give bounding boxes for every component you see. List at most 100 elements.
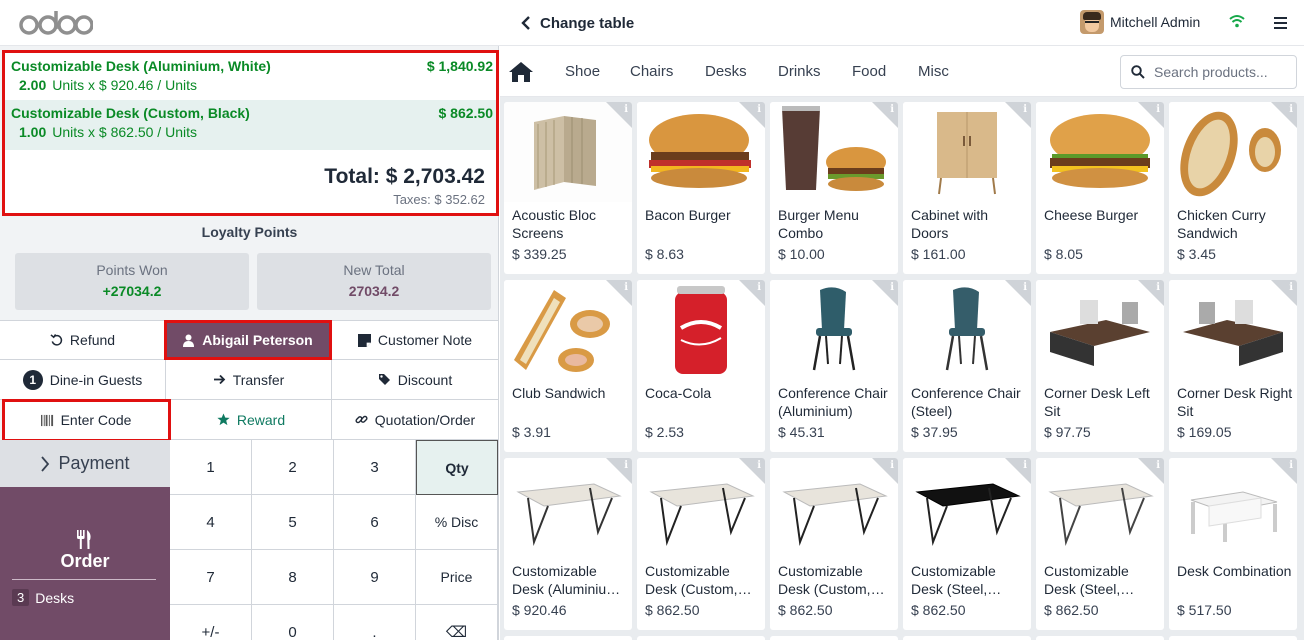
key-2[interactable]: 2	[252, 440, 334, 495]
payment-button[interactable]: Payment	[0, 440, 170, 487]
info-icon[interactable]: i	[1023, 104, 1027, 115]
key-plus-minus[interactable]: +/-	[170, 605, 252, 640]
info-icon[interactable]: i	[757, 282, 761, 293]
info-icon-corner[interactable]	[1271, 458, 1297, 484]
info-icon-corner[interactable]	[739, 280, 765, 306]
info-icon[interactable]: i	[624, 282, 628, 293]
wifi-icon[interactable]	[1229, 14, 1245, 28]
product-card[interactable]: i Bacon Burger $ 8.63	[637, 102, 765, 274]
info-icon-corner[interactable]	[739, 458, 765, 484]
info-icon[interactable]: i	[1156, 282, 1160, 293]
search-input[interactable]	[1154, 64, 1294, 80]
key-4[interactable]: 4	[170, 495, 252, 550]
product-card[interactable]: i Corner Desk Right Sit $ 169.05	[1169, 280, 1297, 452]
transfer-button[interactable]: Transfer	[166, 360, 332, 400]
key-6[interactable]: 6	[334, 495, 416, 550]
category-desks[interactable]: Desks	[705, 63, 747, 80]
info-icon-corner[interactable]	[1138, 458, 1164, 484]
info-icon-corner[interactable]	[606, 102, 632, 128]
product-card[interactable]: i Coca-Cola $ 2.53	[637, 280, 765, 452]
key-9[interactable]: 9	[334, 550, 416, 605]
user-menu[interactable]: Mitchell Admin	[1080, 10, 1200, 34]
info-icon-corner[interactable]	[1005, 102, 1031, 128]
backspace-button[interactable]: ⌫	[416, 605, 498, 640]
info-icon-corner[interactable]	[1138, 280, 1164, 306]
customer-button[interactable]: Abigail Peterson	[164, 320, 332, 360]
product-card[interactable]: i Conference Chair (Steel) $ 37.95	[903, 280, 1031, 452]
info-icon-corner[interactable]	[872, 458, 898, 484]
product-card[interactable]: i Desk Combination $ 517.50	[1169, 458, 1297, 630]
info-icon[interactable]: i	[757, 104, 761, 115]
product-card[interactable]	[1169, 636, 1297, 640]
info-icon-corner[interactable]	[1271, 102, 1297, 128]
info-icon-corner[interactable]	[872, 102, 898, 128]
key-decimal[interactable]: .	[334, 605, 416, 640]
order-line[interactable]: Customizable Desk (Aluminium, White) $ 1…	[5, 53, 496, 103]
info-icon[interactable]: i	[890, 104, 894, 115]
order-line-selected[interactable]: Customizable Desk (Custom, Black) $ 862.…	[5, 100, 496, 150]
key-8[interactable]: 8	[252, 550, 334, 605]
product-card[interactable]: i Club Sandwich $ 3.91	[504, 280, 632, 452]
category-misc[interactable]: Misc	[918, 63, 949, 80]
key-1[interactable]: 1	[170, 440, 252, 495]
info-icon-corner[interactable]	[739, 102, 765, 128]
info-icon-corner[interactable]	[1271, 280, 1297, 306]
info-icon[interactable]: i	[890, 282, 894, 293]
key-5[interactable]: 5	[252, 495, 334, 550]
discount-button[interactable]: Discount	[332, 360, 499, 400]
info-icon[interactable]: i	[1289, 104, 1293, 115]
category-shoe[interactable]: Shoe	[565, 63, 600, 80]
menu-icon[interactable]	[1274, 17, 1287, 32]
quotation-order-button[interactable]: Quotation/Order	[332, 400, 499, 440]
product-card[interactable]	[770, 636, 898, 640]
info-icon-corner[interactable]	[606, 280, 632, 306]
category-food[interactable]: Food	[852, 63, 886, 80]
info-icon[interactable]: i	[1289, 460, 1293, 471]
info-icon[interactable]: i	[624, 104, 628, 115]
info-icon[interactable]: i	[757, 460, 761, 471]
info-icon-corner[interactable]	[1138, 102, 1164, 128]
product-card[interactable]: i Customizable Desk (Aluminiu… $ 920.46	[504, 458, 632, 630]
info-icon-corner[interactable]	[1005, 280, 1031, 306]
category-drinks[interactable]: Drinks	[778, 63, 821, 80]
order-button[interactable]: Order 3 Desks	[0, 487, 170, 640]
product-card[interactable]: i Conference Chair (Aluminium) $ 45.31	[770, 280, 898, 452]
enter-code-button[interactable]: Enter Code	[2, 399, 171, 442]
product-card[interactable]: i Burger Menu Combo $ 10.00	[770, 102, 898, 274]
change-table-button[interactable]: Change table	[520, 12, 634, 34]
product-card[interactable]: i Cheese Burger $ 8.05	[1036, 102, 1164, 274]
info-icon[interactable]: i	[890, 460, 894, 471]
info-icon-corner[interactable]	[606, 458, 632, 484]
product-card[interactable]: i Customizable Desk (Custom,… $ 862.50	[770, 458, 898, 630]
info-icon[interactable]: i	[624, 460, 628, 471]
product-card[interactable]: i Customizable Desk (Steel,… $ 862.50	[903, 458, 1031, 630]
customer-note-button[interactable]: Customer Note	[332, 320, 499, 360]
info-icon[interactable]: i	[1156, 104, 1160, 115]
product-card[interactable]: i Corner Desk Left Sit $ 97.75	[1036, 280, 1164, 452]
info-icon[interactable]: i	[1023, 282, 1027, 293]
product-card[interactable]: i Chicken Curry Sandwich $ 3.45	[1169, 102, 1297, 274]
product-card[interactable]	[504, 636, 632, 640]
category-chairs[interactable]: Chairs	[630, 63, 673, 80]
home-icon[interactable]	[508, 61, 534, 83]
info-icon[interactable]: i	[1156, 460, 1160, 471]
info-icon[interactable]: i	[1289, 282, 1293, 293]
product-card[interactable]: i Customizable Desk (Steel,… $ 862.50	[1036, 458, 1164, 630]
product-card[interactable]: i Customizable Desk (Custom,… $ 862.50	[637, 458, 765, 630]
refund-button[interactable]: Refund	[0, 320, 166, 360]
price-mode-button[interactable]: Price	[416, 550, 498, 605]
product-card[interactable]	[903, 636, 1031, 640]
info-icon[interactable]: i	[1023, 460, 1027, 471]
odoo-logo[interactable]	[19, 9, 93, 37]
info-icon-corner[interactable]	[1005, 458, 1031, 484]
search-box[interactable]	[1120, 55, 1297, 89]
product-card[interactable]	[1036, 636, 1164, 640]
product-card[interactable]	[637, 636, 765, 640]
info-icon-corner[interactable]	[872, 280, 898, 306]
key-7[interactable]: 7	[170, 550, 252, 605]
product-card[interactable]: i Cabinet with Doors $ 161.00	[903, 102, 1031, 274]
product-card[interactable]: i Acoustic Bloc Screens $ 339.25	[504, 102, 632, 274]
qty-mode-button[interactable]: Qty	[416, 440, 498, 495]
reward-button[interactable]: Reward	[171, 400, 332, 440]
guests-button[interactable]: 1 Dine-in Guests	[0, 360, 166, 400]
